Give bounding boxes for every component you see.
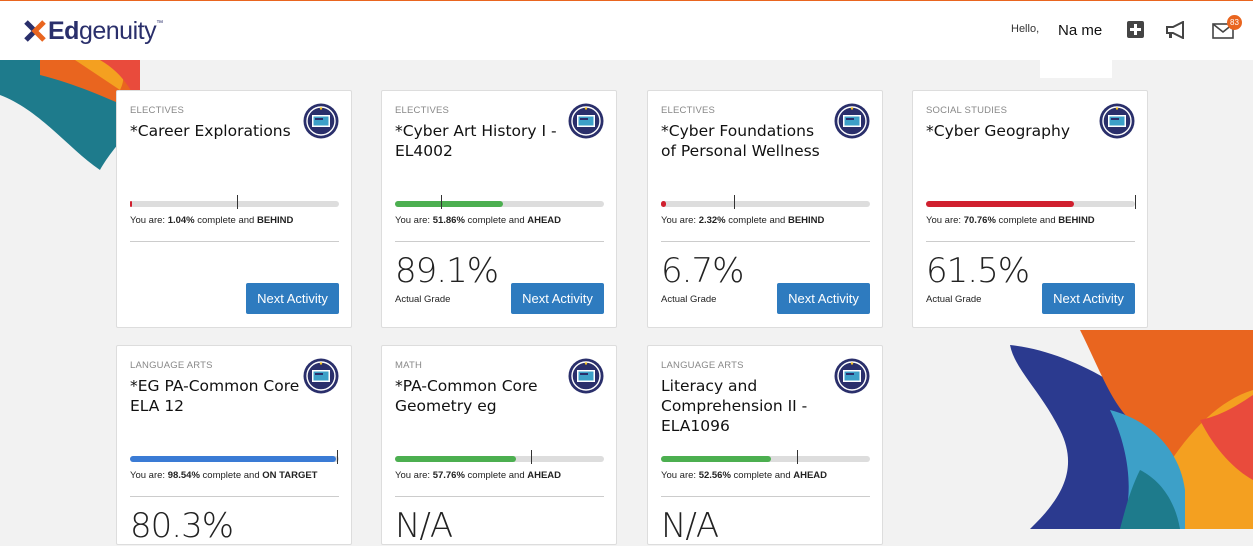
- course-medal-icon: [834, 358, 870, 394]
- course-medal-icon: [568, 103, 604, 139]
- progress-status: You are: 70.76% complete and BEHIND: [926, 215, 1095, 226]
- next-activity-button[interactable]: Next Activity: [1042, 283, 1135, 314]
- progress-status: You are: 2.32% complete and BEHIND: [661, 215, 825, 226]
- course-category: LANGUAGE ARTS: [130, 360, 213, 371]
- course-card[interactable]: ELECTIVES *Career Explorations You are: 1.…: [116, 90, 352, 328]
- course-title[interactable]: Literacy and Comprehension II - ELA1096: [661, 376, 831, 436]
- progress-track: [395, 450, 604, 464]
- progress-status: You are: 98.54% complete and ON TARGET: [130, 470, 318, 481]
- progress-track: [130, 450, 339, 464]
- actual-grade-value: 80.3%: [130, 506, 234, 546]
- progress-fill: [661, 456, 771, 462]
- target-marker: [236, 195, 238, 209]
- course-title[interactable]: *Career Explorations: [130, 121, 300, 141]
- course-category: SOCIAL STUDIES: [926, 105, 1008, 116]
- next-activity-button[interactable]: Next Activity: [511, 283, 604, 314]
- actual-grade-label: Actual Grade: [661, 294, 717, 305]
- progress-track: [661, 195, 870, 209]
- course-category: LANGUAGE ARTS: [661, 360, 744, 371]
- course-title[interactable]: *PA-Common Core Geometry eg: [395, 376, 565, 416]
- course-card[interactable]: ELECTIVES *Cyber Foundations of Personal …: [647, 90, 883, 328]
- course-category: MATH: [395, 360, 423, 371]
- progress-status: You are: 1.04% complete and BEHIND: [130, 215, 294, 226]
- course-category: ELECTIVES: [661, 105, 716, 116]
- target-marker: [1135, 195, 1136, 209]
- target-marker: [530, 450, 532, 464]
- progress-track: [395, 195, 604, 209]
- course-medal-icon: [568, 358, 604, 394]
- plus-square-icon[interactable]: [1127, 21, 1144, 38]
- logo-x-icon: [24, 20, 46, 42]
- user-name[interactable]: Na me: [1040, 14, 1112, 78]
- target-marker: [440, 195, 442, 209]
- actual-grade-value: 89.1%: [395, 251, 499, 291]
- course-medal-icon: [834, 103, 870, 139]
- course-medal-icon: [303, 358, 339, 394]
- notification-count-badge[interactable]: 83: [1227, 15, 1242, 30]
- course-title[interactable]: *Cyber Foundations of Personal Wellness: [661, 121, 831, 161]
- next-activity-button[interactable]: Next Activity: [246, 283, 339, 314]
- course-card[interactable]: SOCIAL STUDIES *Cyber Geography You are: 7…: [912, 90, 1148, 328]
- divider: [395, 496, 604, 497]
- progress-track: [661, 450, 870, 464]
- course-card[interactable]: LANGUAGE ARTS Literacy and Comprehension …: [647, 345, 883, 546]
- target-marker: [796, 450, 798, 464]
- course-category: ELECTIVES: [130, 105, 185, 116]
- actual-grade-value: N/A: [395, 506, 453, 546]
- course-card[interactable]: MATH *PA-Common Core Geometry eg You are: …: [381, 345, 617, 546]
- divider: [130, 496, 339, 497]
- progress-track: [926, 195, 1136, 209]
- course-medal-icon: [303, 103, 339, 139]
- actual-grade-label: Actual Grade: [926, 294, 982, 305]
- actual-grade-value: N/A: [661, 506, 719, 546]
- progress-fill: [130, 201, 133, 207]
- progress-status: You are: 57.76% complete and AHEAD: [395, 470, 562, 481]
- megaphone-icon[interactable]: [1165, 21, 1187, 39]
- divider: [926, 241, 1135, 242]
- progress-fill: [661, 201, 666, 207]
- logo-text: Edgenuity: [48, 16, 157, 45]
- actual-grade-value: 6.7%: [661, 251, 744, 291]
- course-title[interactable]: *Cyber Geography: [926, 121, 1096, 141]
- course-card[interactable]: ELECTIVES *Cyber Art History I - EL4002 Yo…: [381, 90, 617, 328]
- edgenuity-logo[interactable]: Edgenuity ™: [24, 15, 163, 47]
- greeting-text: Hello,: [1011, 23, 1040, 35]
- course-title[interactable]: *EG PA-Common Core ELA 12: [130, 376, 300, 416]
- course-category: ELECTIVES: [395, 105, 450, 116]
- divider: [661, 241, 870, 242]
- divider: [130, 241, 339, 242]
- course-title[interactable]: *Cyber Art History I - EL4002: [395, 121, 565, 161]
- progress-fill: [130, 456, 336, 462]
- progress-track: [130, 195, 339, 209]
- next-activity-button[interactable]: Next Activity: [777, 283, 870, 314]
- target-marker: [336, 450, 338, 464]
- course-medal-icon: [1099, 103, 1135, 139]
- progress-fill: [395, 201, 504, 207]
- progress-fill: [926, 201, 1074, 207]
- progress-status: You are: 52.56% complete and AHEAD: [661, 470, 828, 481]
- divider: [395, 241, 604, 242]
- actual-grade-label: Actual Grade: [395, 294, 451, 305]
- logo-trademark: ™: [156, 19, 164, 27]
- progress-fill: [395, 456, 516, 462]
- divider: [661, 496, 870, 497]
- course-card[interactable]: LANGUAGE ARTS *EG PA-Common Core ELA 12 Yo…: [116, 345, 352, 546]
- progress-status: You are: 51.86% complete and AHEAD: [395, 215, 562, 226]
- actual-grade-value: 61.5%: [926, 251, 1030, 291]
- target-marker: [734, 195, 736, 209]
